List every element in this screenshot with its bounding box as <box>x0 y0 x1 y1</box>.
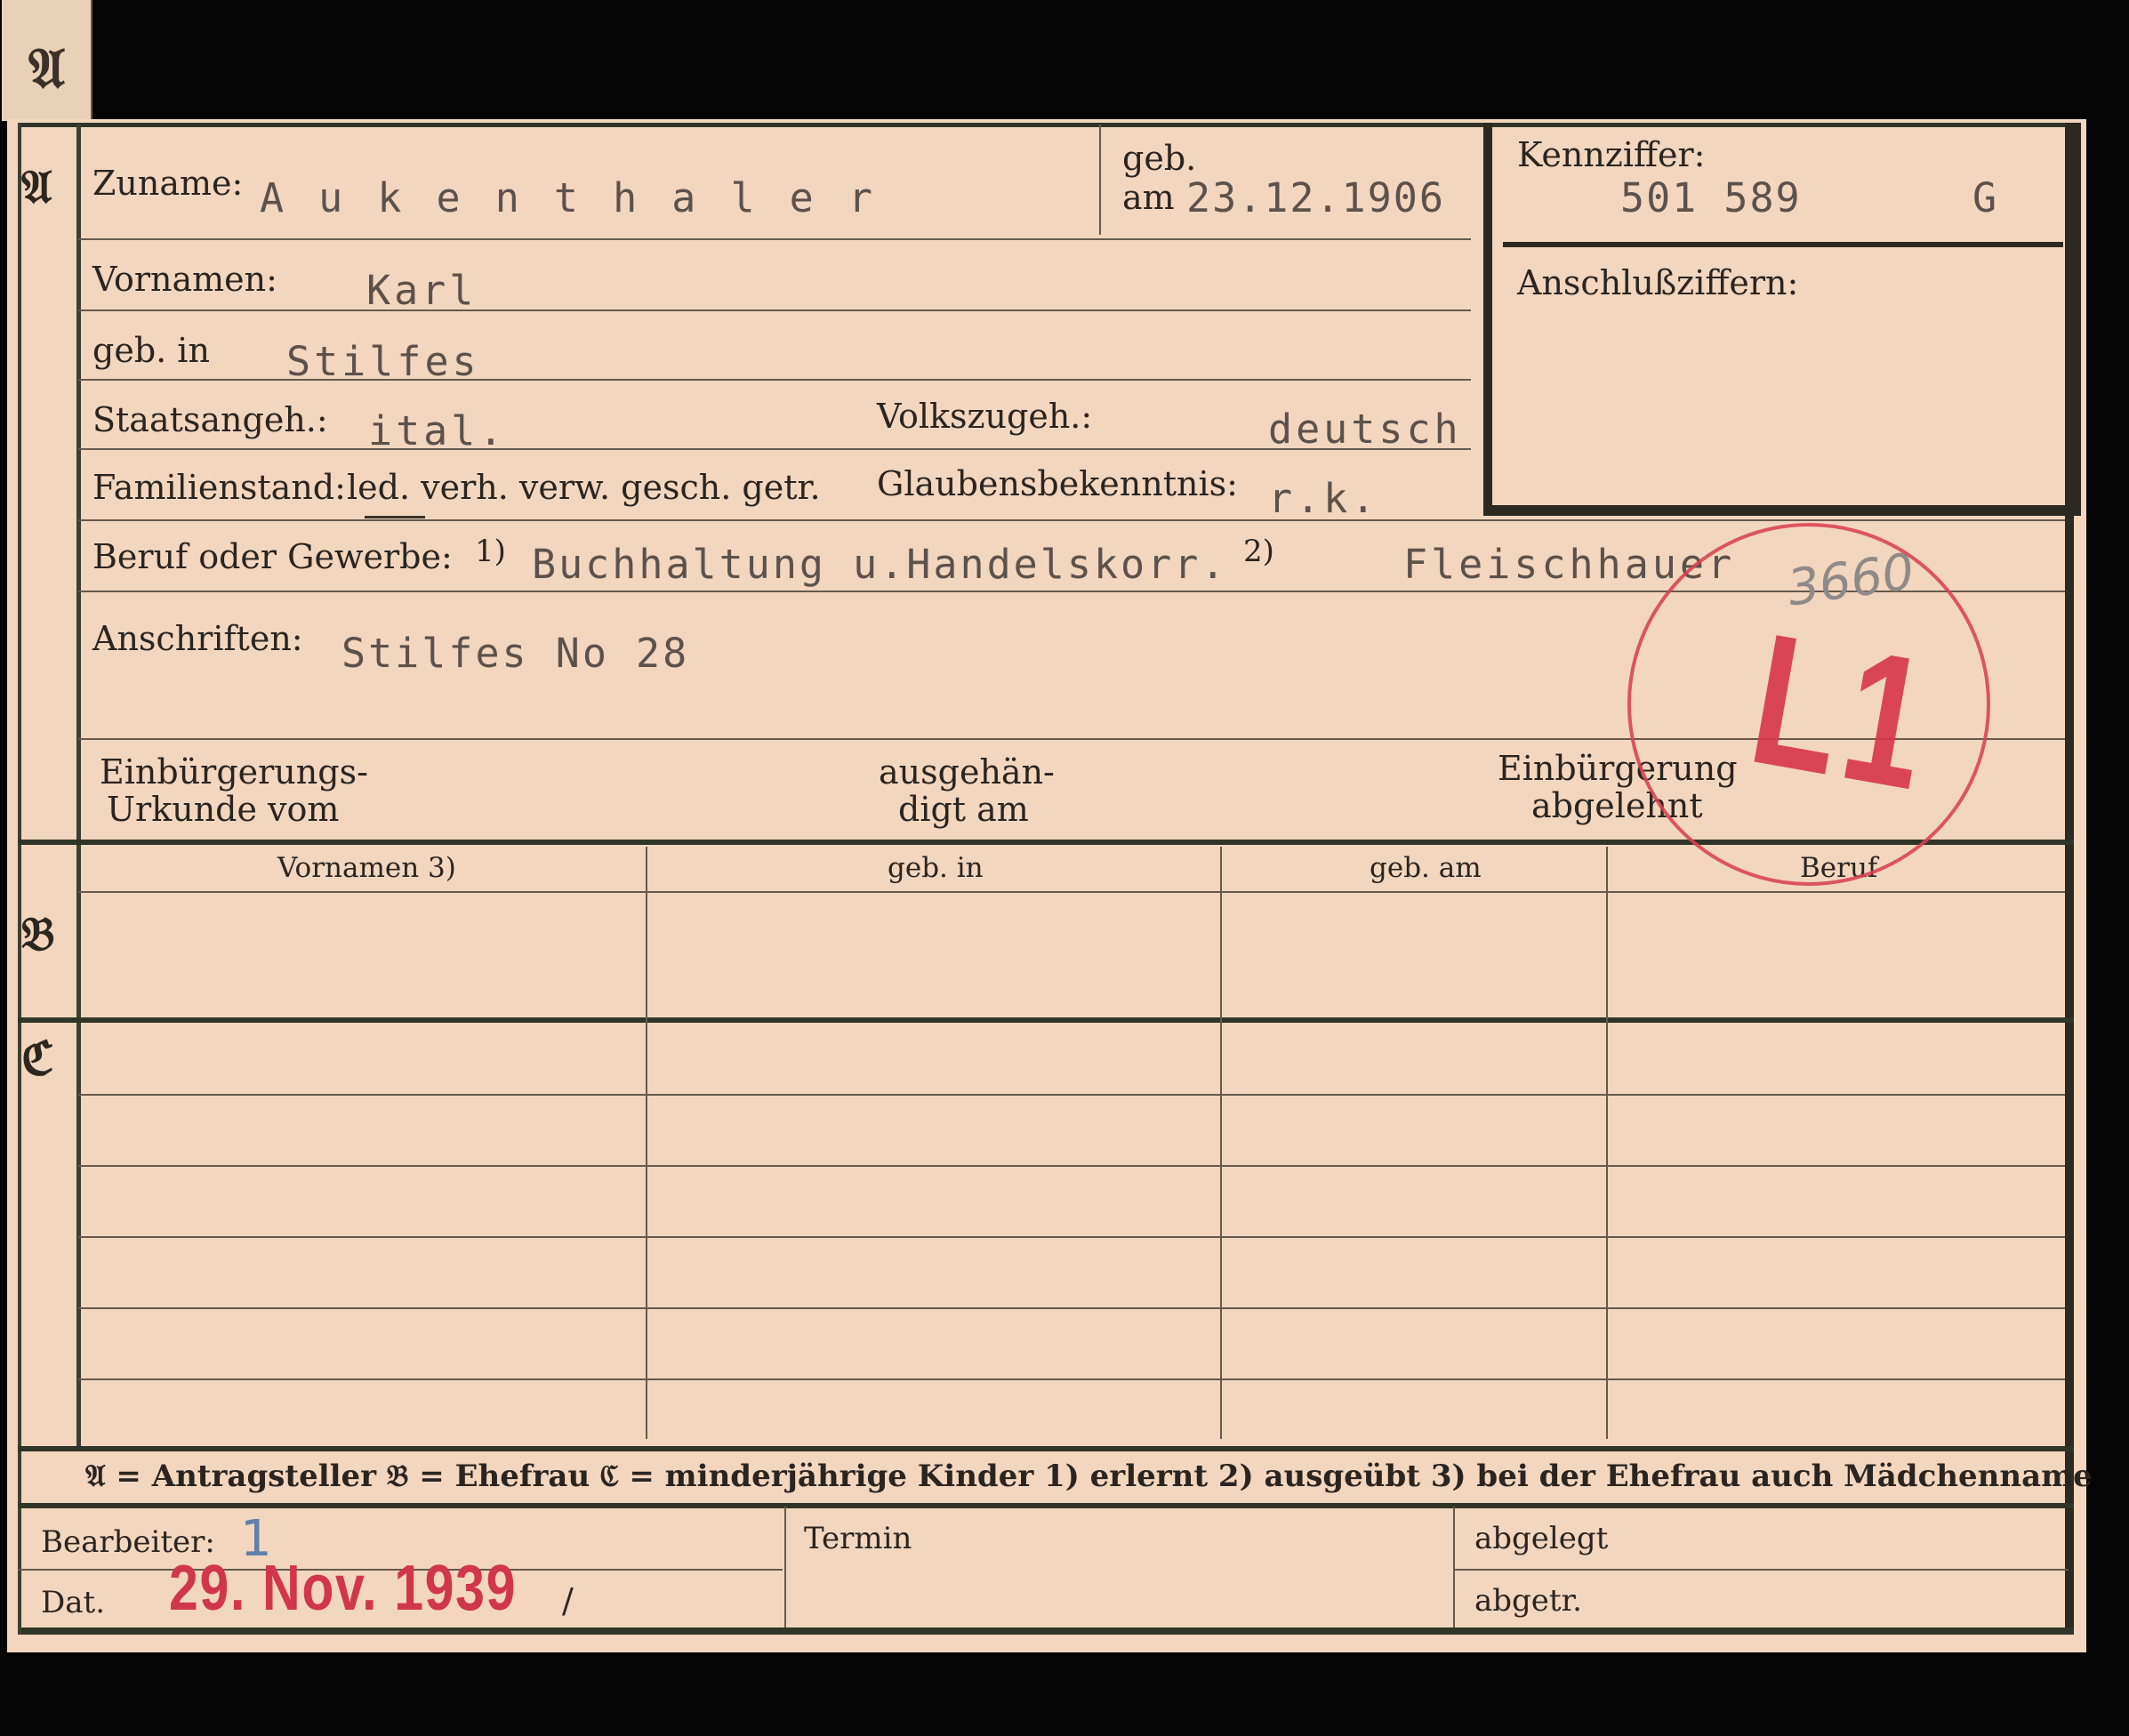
am-label: am <box>1122 178 1175 217</box>
section-c-top <box>18 1017 2074 1023</box>
date-stamp: 29. Nov. 1939 <box>169 1553 518 1624</box>
section-c-letter: ℭ <box>21 1032 54 1086</box>
abgetr-label: abgetr. <box>1474 1583 1582 1619</box>
header-line <box>78 891 2065 893</box>
column-line <box>1220 847 1222 1439</box>
vornamen-value: Karl <box>366 267 478 314</box>
table-row-line <box>78 1094 2065 1096</box>
footer-divider <box>784 1507 786 1628</box>
volks-value: deutsch <box>1268 406 1462 453</box>
footer-line <box>1455 1569 2069 1571</box>
row-line <box>78 379 1471 381</box>
legend-top <box>18 1446 2074 1451</box>
table-row-line <box>78 1236 2065 1238</box>
stamp-l1-text: L1 <box>1738 593 1948 831</box>
col-header-geb-in: geb. in <box>888 852 984 884</box>
zuname-value: A u k e n t h a l e r <box>260 174 878 221</box>
geb-am-value: 23.12.1906 <box>1186 174 1445 221</box>
kennziffer-value: 501 589 <box>1620 174 1802 221</box>
einbuerg-label-2: Urkunde vom <box>107 790 340 829</box>
legend-bottom <box>18 1503 2074 1508</box>
glaubens-label: Glaubensbekenntnis: <box>877 464 1238 503</box>
termin-label: Termin <box>804 1521 912 1556</box>
zuname-label: Zuname: <box>92 164 244 203</box>
ausgeh-label-1: ausgehän- <box>879 752 1055 792</box>
row-line <box>78 448 1471 450</box>
index-tab: 𝔄 <box>2 0 92 121</box>
beruf-mark-2: 2) <box>1243 534 1274 569</box>
column-line <box>646 847 647 1439</box>
dat-label: Dat. <box>41 1585 106 1620</box>
beruf-mark-1: 1) <box>475 534 506 569</box>
column-line <box>1606 847 1608 1439</box>
kennziffer-suffix: G <box>1972 174 2001 221</box>
familien-label: Familienstand: <box>92 468 346 507</box>
row-line <box>78 519 2065 521</box>
tab-letter: 𝔄 <box>28 36 66 100</box>
table-row-line <box>78 1165 2065 1167</box>
abgelegt-label: abgelegt <box>1474 1521 1609 1556</box>
footer-divider <box>1453 1507 1455 1628</box>
legend: 𝔄 = Antragsteller 𝔅 = Ehefrau ℭ = minder… <box>85 1459 2093 1494</box>
einbuerg-label-1: Einbürgerungs- <box>100 752 368 792</box>
table-row-line <box>78 1307 2065 1309</box>
row-line <box>78 309 1471 311</box>
familien-options: led. verh. verw. gesch. getr. <box>347 468 821 507</box>
frame-bottom <box>18 1628 2074 1635</box>
date-slash: / <box>562 1581 574 1620</box>
row-line <box>78 238 1471 240</box>
staats-label: Staatsangeh.: <box>92 400 328 439</box>
col-header-geb-am: geb. am <box>1370 852 1482 884</box>
vornamen-label: Vornamen: <box>92 260 277 299</box>
anschriften-label: Anschriften: <box>92 619 303 658</box>
anschluss-label: Anschlußziffern: <box>1517 263 1799 302</box>
volks-label: Volkszugeh.: <box>877 397 1093 436</box>
anschrift-value: Stilfes No 28 <box>341 630 690 677</box>
glaubens-value: r.k. <box>1268 475 1379 522</box>
section-b-letter: 𝔅 <box>21 907 55 961</box>
ausgeh-label-2: digt am <box>898 790 1029 829</box>
zuname-divider <box>1099 125 1101 235</box>
beruf-value-1: Buchhaltung u.Handelskorr. <box>532 541 1228 588</box>
kennziffer-divider <box>1503 242 2063 247</box>
section-a-letter: 𝔄 <box>21 160 52 214</box>
beruf-label: Beruf oder Gewerbe: <box>92 537 453 576</box>
familien-selected-underline <box>365 516 425 518</box>
col-header-vornamen: Vornamen 3) <box>277 852 456 884</box>
kennziffer-label: Kennziffer: <box>1517 135 1706 174</box>
geb-in-label: geb. in <box>92 331 210 370</box>
geb-label: geb. <box>1122 139 1197 178</box>
section-sidebar <box>18 125 81 1450</box>
table-row-line <box>78 1378 2065 1380</box>
